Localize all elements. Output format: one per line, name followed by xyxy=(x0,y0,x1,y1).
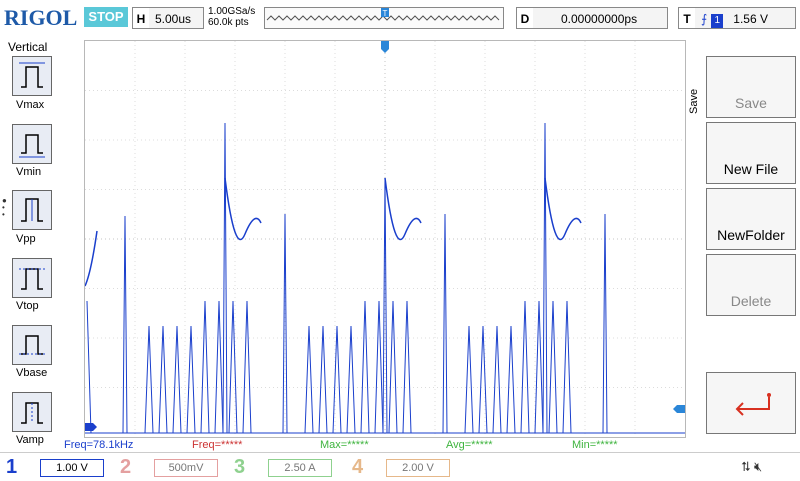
usb-icon: ⮁ xyxy=(740,459,751,474)
vtop-button[interactable] xyxy=(12,258,52,298)
new-folder-label: NewFolder xyxy=(717,227,785,243)
channel-1-scale: 1.00 V xyxy=(40,459,104,477)
speaker-muted-icon: 🔇︎ xyxy=(754,459,763,474)
delay-tag: D xyxy=(517,8,533,28)
vmax-button[interactable] xyxy=(12,56,52,96)
avg-readout: Avg=***** xyxy=(446,439,493,451)
channel-4-scale: 2.00 V xyxy=(386,459,450,477)
channel-4-number: 4 xyxy=(352,456,364,478)
waveform-spike xyxy=(282,213,288,434)
trigger-channel: 1 xyxy=(711,14,724,28)
channel-3-tab[interactable]: 3 2.50 A xyxy=(228,455,338,479)
save-button[interactable]: Save xyxy=(706,56,796,118)
vpp-waveform-icon xyxy=(21,198,43,222)
delay-value: 0.00000000ps xyxy=(561,12,638,26)
channel-1-ground-marker[interactable] xyxy=(85,423,97,431)
channel-1-number: 1 xyxy=(6,456,18,478)
channel-3-number: 3 xyxy=(234,456,246,478)
sample-rate: 1.00GSa/s xyxy=(208,6,256,17)
status-icons: ⮁ 🔇︎ xyxy=(740,459,762,475)
new-file-label: New File xyxy=(723,161,779,177)
vtop-waveform-icon xyxy=(19,268,45,290)
top-status-bar: RIGOL STOP H 5.00us 1.00GSa/s 60.0k pts T… xyxy=(0,0,800,36)
waveform-spike xyxy=(542,122,548,434)
measurement-bar: Freq=78.1kHz Freq=***** Max=***** Avg=**… xyxy=(64,438,688,452)
back-button[interactable] xyxy=(706,372,796,434)
channel-2-number: 2 xyxy=(120,456,132,478)
max-readout: Max=***** xyxy=(320,439,369,451)
trigger-level-marker[interactable] xyxy=(673,405,685,413)
save-menu: Save Save New File NewFolder Delete xyxy=(688,36,800,452)
channel-bar: 1 1.00 V 2 500mV 3 2.50 A 4 2.00 V ⮁ 🔇︎ xyxy=(0,452,800,481)
freq-readout: Freq=***** xyxy=(192,439,243,451)
waveform-start-ramp xyxy=(84,230,98,287)
new-file-button[interactable]: New File xyxy=(706,122,796,184)
freq-ch1-readout: Freq=78.1kHz xyxy=(64,439,134,451)
waveform-display[interactable] xyxy=(84,40,686,438)
vbase-button[interactable] xyxy=(12,325,52,365)
channel-4-tab[interactable]: 4 2.00 V xyxy=(346,455,456,479)
vpp-label: Vpp xyxy=(16,233,36,245)
trigger-time-marker[interactable] xyxy=(381,41,389,53)
waveform-spike xyxy=(222,122,228,434)
min-readout: Min=***** xyxy=(572,439,618,451)
trigger-level: 1.56 V xyxy=(733,12,768,26)
vbase-waveform-icon xyxy=(19,335,45,355)
falling-edge-icon: ⨍ xyxy=(701,12,708,26)
channel-1-trace xyxy=(86,300,572,434)
delete-button[interactable]: Delete xyxy=(706,254,796,316)
brand-logo: RIGOL xyxy=(4,5,78,30)
waveform-spike xyxy=(602,213,608,434)
vamp-waveform-icon xyxy=(21,402,43,424)
horizontal-tag: H xyxy=(133,8,149,28)
memory-position-strip[interactable]: T xyxy=(264,7,504,29)
waveform-decay-curve xyxy=(544,177,582,241)
save-label: Save xyxy=(735,95,767,111)
timebase-box[interactable]: H 5.00us xyxy=(132,7,204,29)
memory-depth: 60.0k pts xyxy=(208,17,249,28)
menu-page-dots: ● • • xyxy=(2,196,7,219)
trigger-box[interactable]: T ⨍ 1 1.56 V xyxy=(678,7,796,29)
vmax-label: Vmax xyxy=(16,99,45,111)
run-stop-badge[interactable]: STOP xyxy=(84,7,128,27)
menu-title: Vertical xyxy=(8,40,48,54)
waveform-decay-curve xyxy=(384,177,422,241)
channel-2-tab[interactable]: 2 500mV xyxy=(114,455,224,479)
channel-3-scale: 2.50 A xyxy=(268,459,332,477)
timebase-value: 5.00us xyxy=(155,12,192,26)
waveform-spike xyxy=(442,213,448,434)
waveform-spike xyxy=(122,215,128,434)
vmin-label: Vmin xyxy=(16,166,42,178)
vertical-measure-menu: Vertical ● • • Vmax Vmin Vpp Vtop Vbase Va… xyxy=(0,36,58,452)
return-arrow-icon xyxy=(735,393,771,416)
trigger-tag: T xyxy=(679,8,695,28)
vamp-label: Vamp xyxy=(16,434,44,446)
channel-1-tab[interactable]: 1 1.00 V xyxy=(0,455,110,479)
vmin-button[interactable] xyxy=(12,124,52,164)
vtop-label: Vtop xyxy=(16,300,39,312)
vamp-button[interactable] xyxy=(12,392,52,432)
vmin-waveform-icon xyxy=(19,134,45,158)
vpp-button[interactable] xyxy=(12,190,52,230)
delete-label: Delete xyxy=(730,293,772,309)
save-menu-title: Save xyxy=(688,88,700,114)
delay-box[interactable]: D 0.00000000ps xyxy=(516,7,668,29)
waveform-canvas xyxy=(84,41,685,437)
vbase-label: Vbase xyxy=(16,367,48,379)
memory-waveform-icon: T xyxy=(266,8,500,21)
new-folder-button[interactable]: NewFolder xyxy=(706,188,796,250)
channel-2-scale: 500mV xyxy=(154,459,218,477)
acquisition-info: 1.00GSa/s 60.0k pts xyxy=(208,6,255,28)
waveform-decay-curve xyxy=(224,177,262,241)
vmax-waveform-icon xyxy=(19,62,45,88)
trigger-marker-label: T xyxy=(383,9,388,18)
